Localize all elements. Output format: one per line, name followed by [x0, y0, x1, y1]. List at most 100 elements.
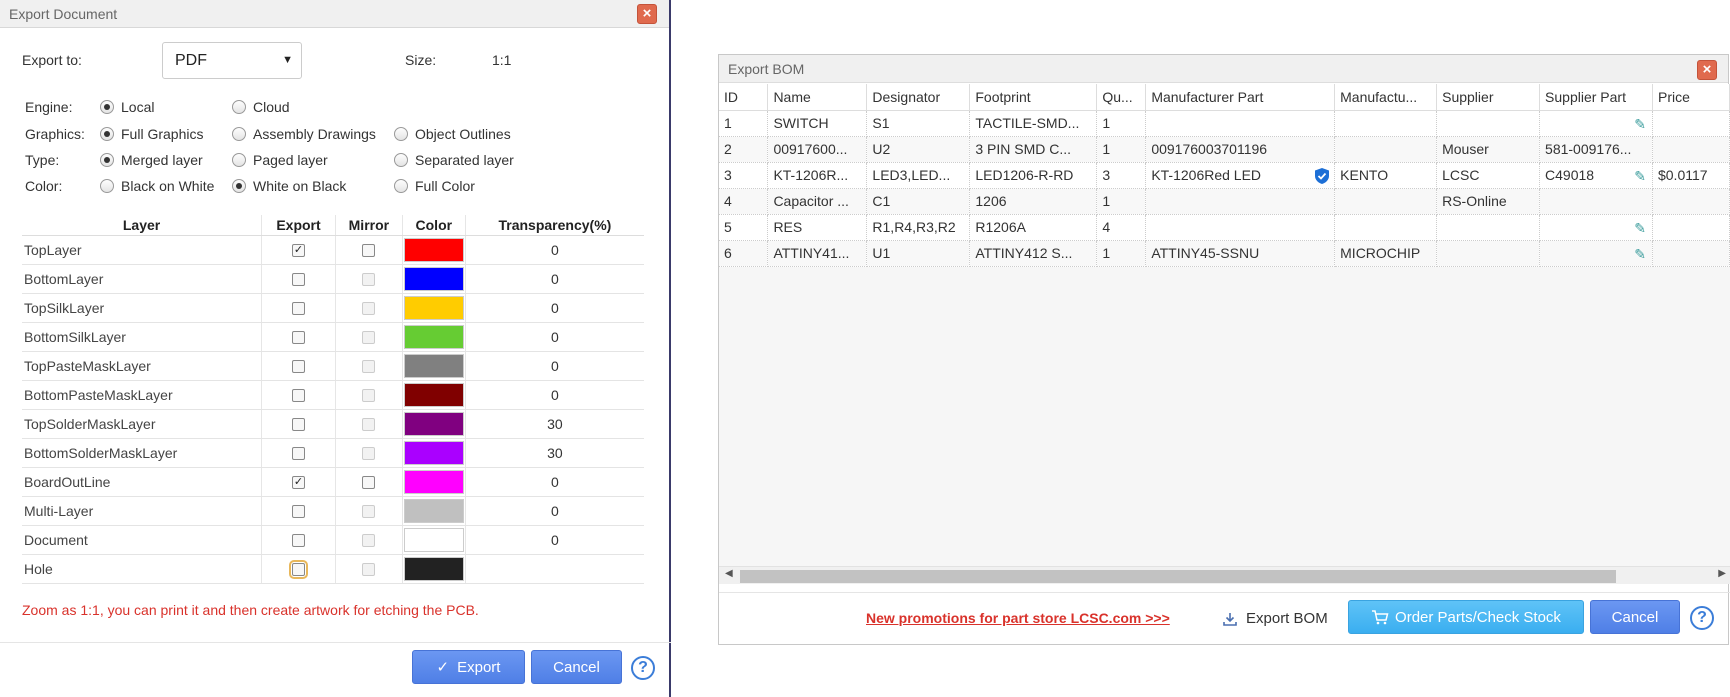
export-button[interactable]: ✓ Export — [412, 650, 525, 684]
bom-cell[interactable] — [1334, 214, 1438, 241]
bom-cell[interactable] — [1334, 110, 1438, 137]
export-checkbox[interactable]: ✓ — [292, 244, 305, 258]
engine-radio-local[interactable]: Local — [100, 99, 154, 115]
bom-cell[interactable]: 3 — [719, 162, 769, 189]
color-swatch[interactable] — [403, 353, 464, 378]
bom-row[interactable]: 2 00917600... U2 3 PIN SMD C... 1 00917600370… — [719, 136, 1730, 163]
radio-indicator[interactable] — [232, 127, 246, 141]
type-radio-merged-layer[interactable]: Merged layer — [100, 152, 203, 168]
bom-row[interactable]: 6 ATTINY41... U1 ATTINY412 S... 1 ATTINY45-SS… — [719, 240, 1730, 267]
bom-cell[interactable]: ATTINY45-SSNU — [1145, 240, 1336, 267]
cancel-button[interactable]: Cancel — [531, 650, 622, 684]
transparency-value[interactable]: 0 — [464, 496, 644, 526]
bom-cell[interactable]: 009176003701196 — [1145, 136, 1336, 163]
export-checkbox[interactable] — [292, 360, 305, 374]
bom-cell[interactable]: 2 — [719, 136, 769, 163]
radio-indicator[interactable] — [100, 127, 114, 141]
export-checkbox[interactable] — [292, 389, 305, 403]
bom-cell[interactable]: 4 — [1096, 214, 1147, 241]
pencil-icon[interactable]: ✎ — [1634, 168, 1646, 185]
bom-cell[interactable]: KT-1206R... — [767, 162, 868, 189]
export-checkbox[interactable] — [292, 447, 305, 461]
color-radio-full-color[interactable]: Full Color — [394, 178, 475, 194]
bom-cell[interactable] — [1145, 110, 1336, 137]
bom-cell[interactable]: RES — [767, 214, 868, 241]
bom-cell[interactable]: SWITCH — [767, 110, 868, 137]
bom-cell[interactable]: 1 — [1096, 110, 1147, 137]
bom-cell[interactable]: KT-1206Red LED — [1145, 162, 1336, 189]
bom-cell[interactable]: 6 — [719, 240, 769, 267]
radio-indicator[interactable] — [232, 153, 246, 167]
bom-row[interactable]: 4 Capacitor ... C1 1206 1 RS-Online — [719, 188, 1730, 215]
bom-cell[interactable]: Capacitor ... — [767, 188, 868, 215]
export-checkbox[interactable] — [289, 560, 308, 580]
bom-cell[interactable]: ✎ — [1539, 214, 1653, 241]
bom-cell[interactable] — [1652, 188, 1730, 215]
export-checkbox[interactable] — [292, 302, 305, 316]
export-format-select[interactable]: PDF ▼ — [162, 42, 302, 79]
bom-cell[interactable] — [1652, 110, 1730, 137]
bom-cell[interactable] — [1539, 188, 1653, 215]
radio-indicator[interactable] — [394, 153, 408, 167]
transparency-value[interactable]: 30 — [464, 409, 644, 439]
radio-indicator[interactable] — [100, 100, 114, 114]
mirror-checkbox[interactable] — [362, 476, 376, 490]
bom-cell[interactable] — [1334, 188, 1438, 215]
color-swatch[interactable] — [403, 295, 464, 320]
bom-cell[interactable] — [1652, 136, 1730, 163]
pencil-icon[interactable]: ✎ — [1634, 220, 1646, 237]
color-swatch[interactable] — [403, 440, 464, 465]
bom-cell[interactable] — [1436, 240, 1541, 267]
horizontal-scrollbar[interactable]: ◀ ▶ — [719, 566, 1730, 584]
bom-cell[interactable]: KENTO — [1334, 162, 1438, 189]
transparency-value[interactable]: 0 — [464, 322, 644, 352]
radio-indicator[interactable] — [100, 179, 114, 193]
bom-cell[interactable]: 581-009176... — [1539, 136, 1653, 163]
bom-cell[interactable]: 3 — [1096, 162, 1147, 189]
type-radio-separated-layer[interactable]: Separated layer — [394, 152, 514, 168]
help-icon[interactable]: ? — [1690, 606, 1714, 630]
bom-col-header[interactable]: Supplier — [1436, 84, 1541, 111]
bom-cancel-button[interactable]: Cancel — [1590, 600, 1680, 634]
bom-cell[interactable]: U1 — [866, 240, 971, 267]
graphics-radio-full-graphics[interactable]: Full Graphics — [100, 126, 203, 142]
radio-indicator[interactable] — [232, 179, 246, 193]
bom-cell[interactable]: 00917600... — [767, 136, 868, 163]
engine-radio-cloud[interactable]: Cloud — [232, 99, 290, 115]
export-checkbox[interactable] — [292, 331, 305, 345]
bom-cell[interactable] — [1436, 214, 1541, 241]
bom-cell[interactable]: R1206A — [969, 214, 1098, 241]
color-swatch[interactable] — [403, 469, 464, 494]
bom-cell[interactable]: U2 — [866, 136, 971, 163]
bom-cell[interactable]: 1 — [719, 110, 769, 137]
bom-cell[interactable]: R1,R4,R3,R2 — [866, 214, 971, 241]
color-swatch[interactable] — [403, 411, 464, 436]
color-swatch[interactable] — [403, 527, 464, 552]
bom-cell[interactable]: $0.0117 — [1652, 162, 1730, 189]
close-icon[interactable]: × — [1697, 60, 1717, 80]
bom-col-header[interactable]: Name — [767, 84, 868, 111]
bom-col-header[interactable]: ID — [719, 84, 769, 111]
radio-indicator[interactable] — [394, 179, 408, 193]
transparency-value[interactable]: 0 — [464, 467, 644, 497]
export-bom-titlebar[interactable]: Export BOM × — [719, 55, 1728, 83]
bom-cell[interactable]: MICROCHIP — [1334, 240, 1438, 267]
type-radio-paged-layer[interactable]: Paged layer — [232, 152, 328, 168]
scroll-right-icon[interactable]: ▶ — [1718, 568, 1726, 579]
bom-cell[interactable] — [1145, 188, 1336, 215]
bom-cell[interactable]: 1 — [1096, 188, 1147, 215]
bom-col-header[interactable]: Supplier Part — [1539, 84, 1653, 111]
color-swatch[interactable] — [403, 556, 464, 581]
graphics-radio-object-outlines[interactable]: Object Outlines — [394, 126, 511, 142]
bom-cell[interactable]: ATTINY41... — [767, 240, 868, 267]
bom-cell[interactable]: ✎ — [1539, 240, 1653, 267]
order-parts-button[interactable]: Order Parts/Check Stock — [1348, 600, 1584, 634]
export-checkbox[interactable]: ✓ — [292, 476, 305, 490]
graphics-radio-assembly-drawings[interactable]: Assembly Drawings — [232, 126, 376, 142]
bom-cell[interactable]: 1 — [1096, 240, 1147, 267]
export-document-titlebar[interactable]: Export Document × — [0, 0, 669, 28]
bom-cell[interactable]: S1 — [866, 110, 971, 137]
bom-col-header[interactable]: Manufactu... — [1334, 84, 1438, 111]
bom-cell[interactable] — [1652, 214, 1730, 241]
color-radio-black-on-white[interactable]: Black on White — [100, 178, 214, 194]
